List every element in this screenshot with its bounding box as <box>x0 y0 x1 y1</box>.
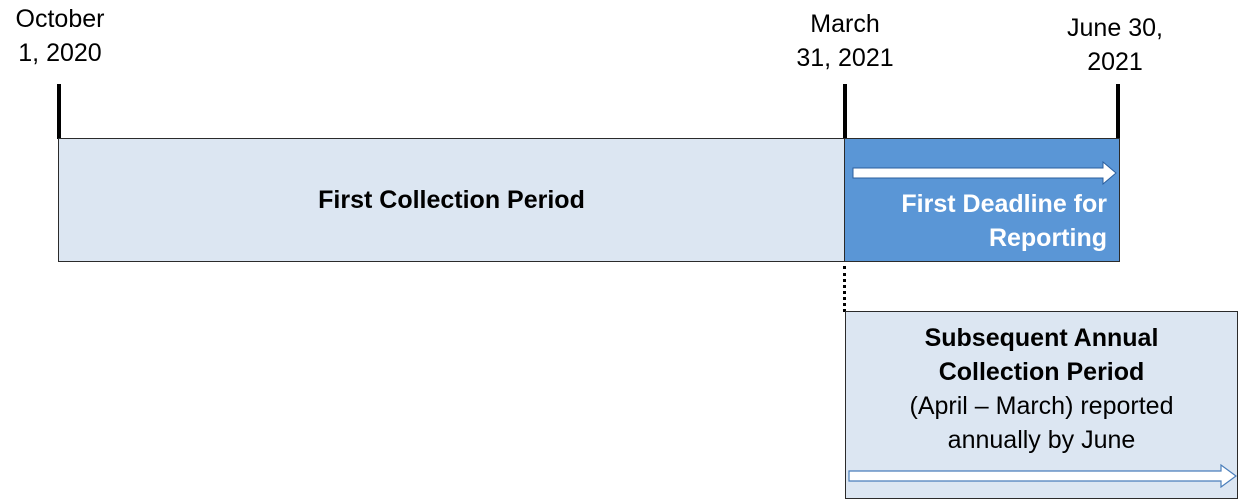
first-deadline-label: First Deadline for Reporting <box>901 187 1107 255</box>
first-deadline-label-line1: First Deadline for <box>901 190 1107 218</box>
subsequent-desc-line1: (April – March) reported <box>909 392 1174 420</box>
start-date-tick <box>57 84 61 139</box>
subsequent-collection-period-box: Subsequent Annual Collection Period (Apr… <box>845 311 1238 499</box>
dotted-connector <box>843 266 846 312</box>
first-deadline-label-line2: Reporting <box>988 224 1107 252</box>
first-collection-period-box: First Collection Period <box>58 138 845 262</box>
mid-date-label: March 31, 2021 <box>780 7 910 75</box>
subsequent-desc-line2: annually by June <box>947 426 1136 454</box>
subsequent-title-line1: Subsequent Annual <box>924 324 1159 352</box>
end-date-line1: June 30, <box>1067 14 1163 42</box>
subsequent-title-line2: Collection Period <box>938 358 1145 386</box>
right-arrow-icon <box>848 464 1238 488</box>
right-arrow-icon <box>852 161 1117 185</box>
start-date-label: October 1, 2020 <box>0 2 120 70</box>
end-date-label: June 30, 2021 <box>1050 11 1180 79</box>
first-collection-period-label: First Collection Period <box>318 185 585 214</box>
first-deadline-box: First Deadline for Reporting <box>845 138 1120 262</box>
mid-date-line1: March <box>810 10 880 38</box>
mid-date-tick <box>843 84 847 139</box>
end-date-tick <box>1116 84 1120 139</box>
end-date-line2: 2021 <box>1087 48 1143 76</box>
start-date-line2: 1, 2020 <box>18 39 102 67</box>
start-date-line1: October <box>15 5 105 33</box>
mid-date-line2: 31, 2021 <box>796 44 894 72</box>
